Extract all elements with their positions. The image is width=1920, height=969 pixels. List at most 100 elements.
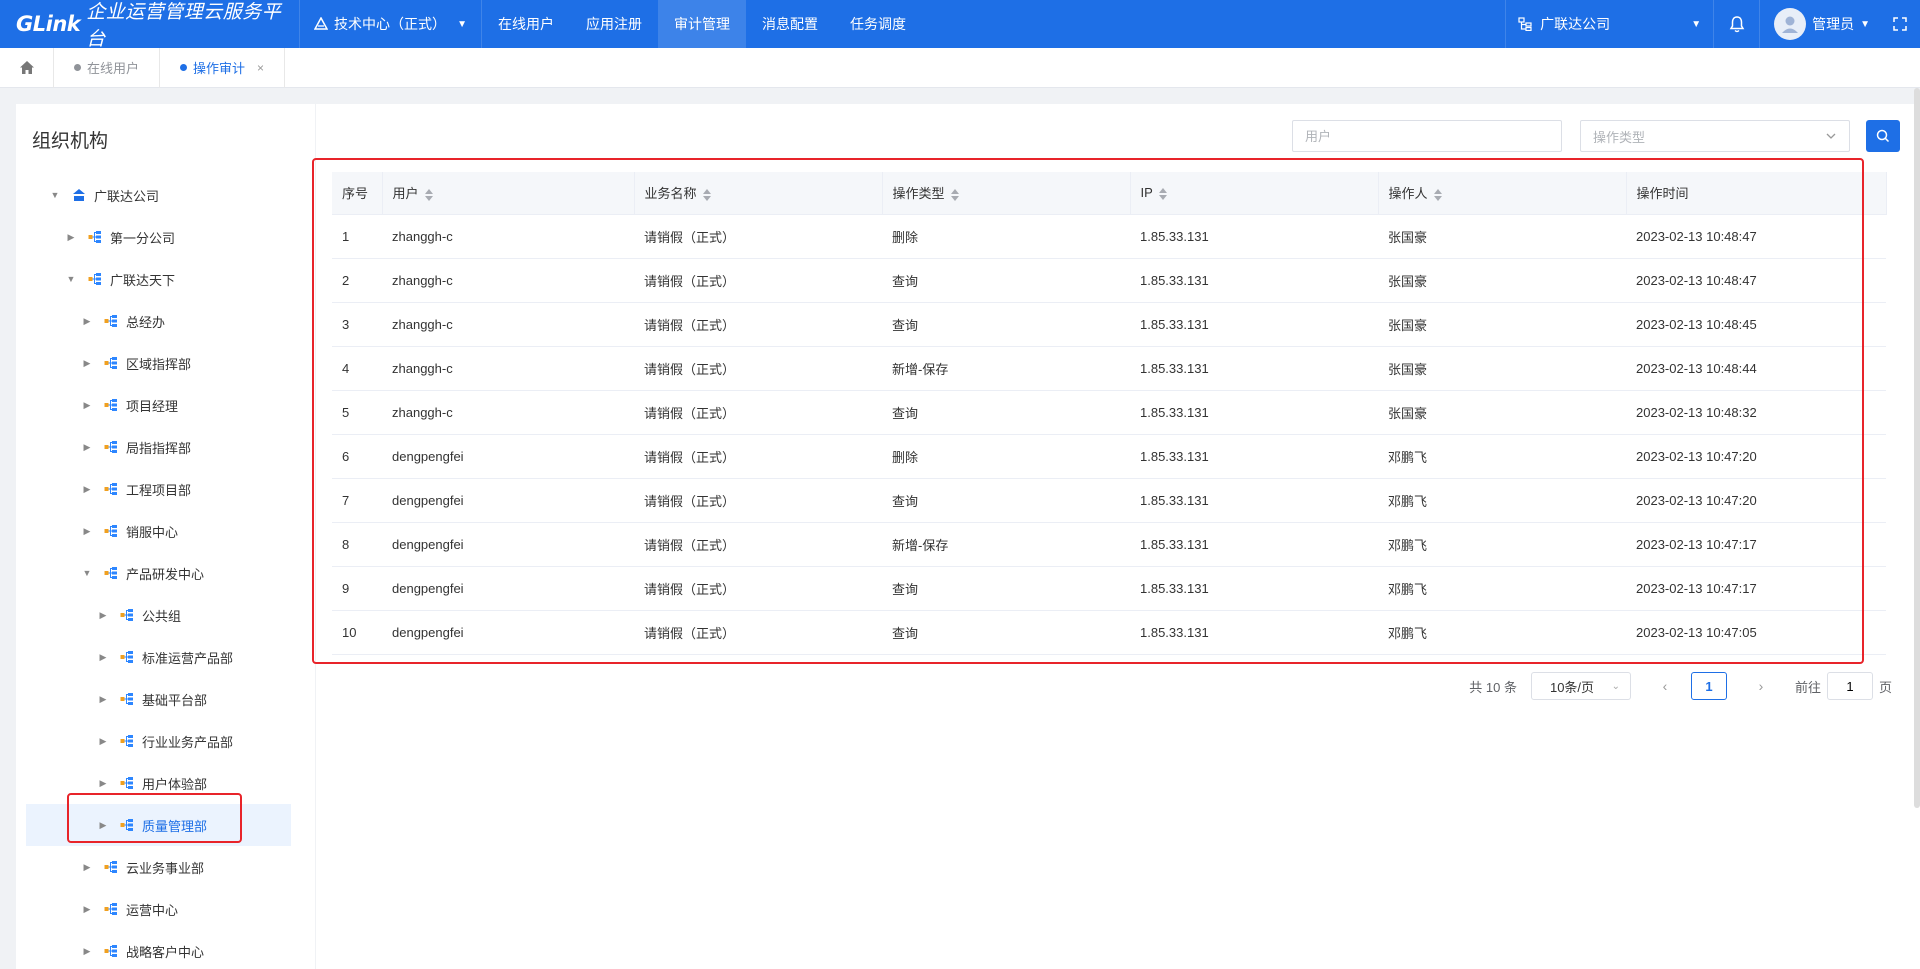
- caret-right-icon[interactable]: ▶: [82, 862, 92, 873]
- goto-page-input[interactable]: [1826, 672, 1873, 700]
- caret-right-icon[interactable]: ▶: [82, 400, 92, 411]
- org-tree-node[interactable]: ▶ 行业业务产品部: [26, 720, 291, 762]
- company-root-icon: [73, 189, 85, 201]
- org-panel-title: 组织机构: [32, 131, 109, 152]
- fullscreen-icon[interactable]: [1880, 0, 1920, 48]
- org-unit-icon: [88, 273, 101, 285]
- main-content: 操作类型 序号用户业务名称操作类型IP操作人操作时间 1zhanggh-c请销假…: [312, 104, 1920, 969]
- org-tree-node[interactable]: ▶ 区域指挥部: [26, 342, 291, 384]
- caret-right-icon[interactable]: ▶: [98, 652, 108, 663]
- org-tree-node[interactable]: ▼ 广联达公司: [26, 174, 291, 216]
- prev-page-icon[interactable]: ‹: [1645, 678, 1685, 694]
- org-unit-icon: [120, 735, 133, 747]
- user-menu[interactable]: 管理员 ▼: [1759, 0, 1880, 48]
- center-selector-label: 技术中心（正式）: [334, 16, 446, 32]
- caret-down-icon: ▼: [1691, 18, 1702, 30]
- caret-right-icon[interactable]: ▶: [98, 610, 108, 621]
- caret-right-icon[interactable]: ▶: [98, 694, 108, 705]
- org-unit-icon: [120, 651, 133, 663]
- org-tree-node[interactable]: ▼ 产品研发中心: [26, 552, 291, 594]
- org-tree-node-label: 项目经理: [126, 398, 179, 414]
- org-tree-node-label: 总经办: [126, 314, 166, 330]
- main-nav: 在线用户 应用注册 审计管理 消息配置 任务调度: [482, 0, 922, 48]
- operation-type-placeholder: 操作类型: [1593, 129, 1646, 145]
- nav-item[interactable]: 审计管理: [658, 0, 746, 48]
- org-unit-icon: [88, 231, 101, 243]
- caret-right-icon[interactable]: ▶: [82, 526, 92, 537]
- org-tree-node[interactable]: ▶ 运营中心: [26, 888, 291, 930]
- caret-down-icon[interactable]: ▼: [66, 274, 76, 284]
- caret-right-icon[interactable]: ▶: [98, 778, 108, 789]
- notification-bell-icon[interactable]: [1713, 0, 1759, 48]
- brand-logo: GLink: [16, 12, 81, 36]
- org-tree-node[interactable]: ▶ 战略客户中心: [26, 930, 291, 969]
- org-tree-node-label: 工程项目部: [126, 482, 192, 498]
- caret-down-icon[interactable]: ▼: [50, 190, 60, 200]
- org-tree-node[interactable]: ▶ 基础平台部: [26, 678, 291, 720]
- chevron-down-icon: ⌄: [1611, 680, 1620, 692]
- top-right-area: 广联达公司 ▼ 管理员 ▼: [1505, 0, 1920, 48]
- company-selector[interactable]: 广联达公司 ▼: [1505, 0, 1713, 48]
- caret-right-icon[interactable]: ▶: [82, 442, 92, 453]
- org-tree-node[interactable]: ▶ 云业务事业部: [26, 846, 291, 888]
- nav-item[interactable]: 任务调度: [834, 0, 922, 48]
- platform-icon: [314, 17, 328, 30]
- nav-item[interactable]: 在线用户: [482, 0, 570, 48]
- caret-right-icon[interactable]: ▶: [82, 358, 92, 369]
- caret-right-icon[interactable]: ▶: [82, 316, 92, 327]
- org-unit-icon: [104, 315, 117, 327]
- center-selector[interactable]: 技术中心（正式） ▼: [300, 0, 482, 48]
- caret-right-icon[interactable]: ▶: [82, 904, 92, 915]
- avatar: [1774, 8, 1807, 40]
- page-suffix: 页: [1878, 679, 1892, 695]
- org-tree-node[interactable]: ▶ 标准运营产品部: [26, 636, 291, 678]
- page-number-current[interactable]: 1: [1690, 672, 1727, 700]
- brand-title: 企业运营管理云服务平台: [86, 2, 282, 50]
- org-tree-node[interactable]: ▶ 公共组: [26, 594, 291, 636]
- caret-right-icon[interactable]: ▶: [82, 484, 92, 495]
- next-page-icon[interactable]: ›: [1741, 678, 1781, 694]
- nav-item[interactable]: 消息配置: [746, 0, 834, 48]
- org-tree-node[interactable]: ▶ 项目经理: [26, 384, 291, 426]
- pagination: 共 10 条 10条/页 ⌄ ‹ 1 › 前往 页: [1469, 672, 1892, 700]
- caret-right-icon[interactable]: ▶: [66, 232, 76, 243]
- org-tree-node-label: 公共组: [142, 608, 182, 624]
- org-tree-node-label: 局指指挥部: [126, 440, 192, 456]
- org-tree: ▼ 广联达公司 ▶ 第一分公司 ▼ 广联达天下 ▶ 总经办 ▶ 区域指挥部 ▶ 项目经理 ▶ 局指指挥部 ▶…: [16, 174, 315, 969]
- caret-down-icon: ▼: [1860, 18, 1870, 30]
- org-tree-node-label: 运营中心: [126, 902, 179, 918]
- nav-item[interactable]: 应用注册: [570, 0, 658, 48]
- tab-dot: [180, 64, 188, 71]
- caret-right-icon[interactable]: ▶: [98, 736, 108, 747]
- org-unit-icon: [104, 861, 117, 873]
- brand[interactable]: GLink 企业运营管理云服务平台: [0, 0, 300, 50]
- org-tree-node-label: 基础平台部: [142, 692, 208, 708]
- org-tree-node[interactable]: ▶ 局指指挥部: [26, 426, 291, 468]
- tab-operation-audit[interactable]: 操作审计 ×: [160, 47, 286, 88]
- page-size-select[interactable]: 10条/页 ⌄: [1530, 672, 1631, 700]
- org-tree-icon: [1518, 17, 1532, 31]
- org-unit-icon: [104, 945, 117, 957]
- home-icon[interactable]: [0, 47, 54, 88]
- org-tree-node[interactable]: ▶ 销服中心: [26, 510, 291, 552]
- org-unit-icon: [104, 399, 117, 411]
- tab-online-users[interactable]: 在线用户: [54, 47, 161, 88]
- user-search-input[interactable]: [1292, 120, 1562, 152]
- caret-down-icon[interactable]: ▼: [82, 568, 92, 578]
- operation-type-select[interactable]: 操作类型: [1580, 120, 1850, 152]
- org-tree-node-label: 广联达公司: [94, 188, 160, 204]
- org-tree-node-label: 第一分公司: [110, 230, 176, 246]
- caret-right-icon[interactable]: ▶: [82, 946, 92, 957]
- org-tree-node-label: 广联达天下: [110, 272, 176, 288]
- org-tree-node-label: 用户体验部: [142, 776, 208, 792]
- search-button[interactable]: [1866, 120, 1900, 152]
- org-tree-node[interactable]: ▶ 工程项目部: [26, 468, 291, 510]
- org-tree-node[interactable]: ▶ 总经办: [26, 300, 291, 342]
- org-tree-node[interactable]: ▶ 第一分公司: [26, 216, 291, 258]
- org-tree-node[interactable]: ▼ 广联达天下: [26, 258, 291, 300]
- close-icon[interactable]: ×: [257, 61, 264, 75]
- org-unit-icon: [104, 903, 117, 915]
- org-unit-icon: [120, 693, 133, 705]
- chevron-down-icon: [1826, 133, 1836, 139]
- page-scrollbar[interactable]: [1914, 88, 1920, 808]
